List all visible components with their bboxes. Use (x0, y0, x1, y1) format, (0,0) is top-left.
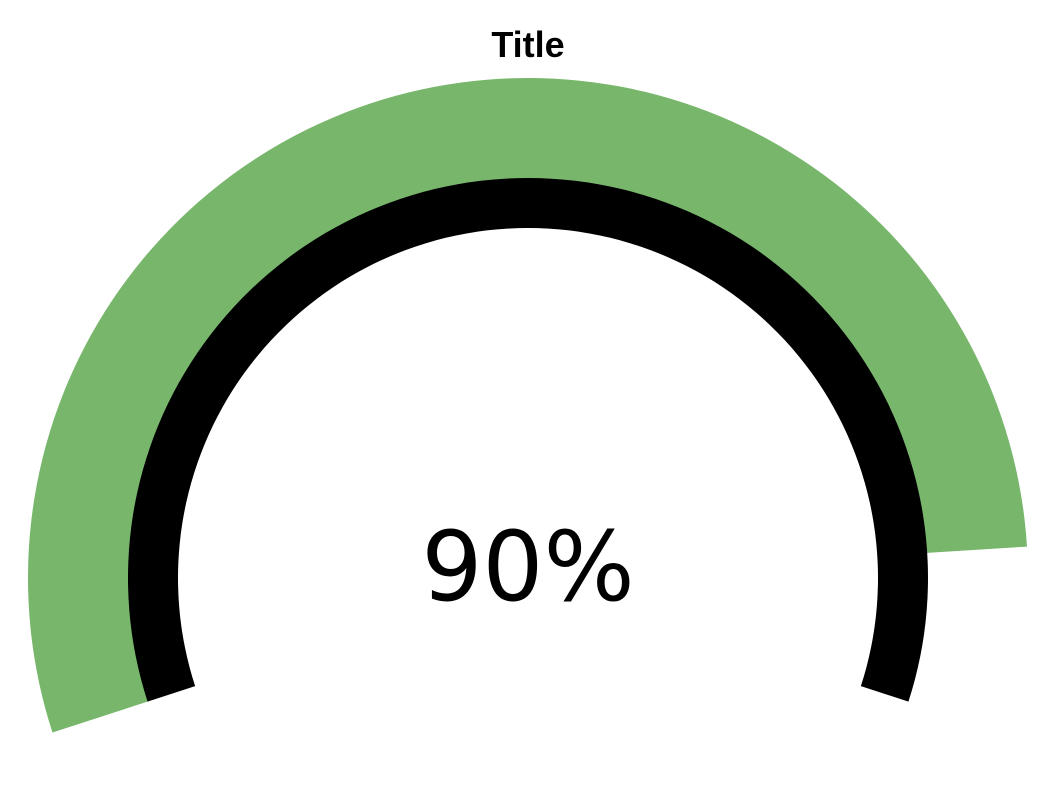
gauge-svg (27, 77, 1028, 733)
gauge-value-label: 90% (421, 511, 635, 623)
gauge-chart: Title 90% (0, 0, 1056, 808)
chart-title: Title (491, 24, 565, 65)
